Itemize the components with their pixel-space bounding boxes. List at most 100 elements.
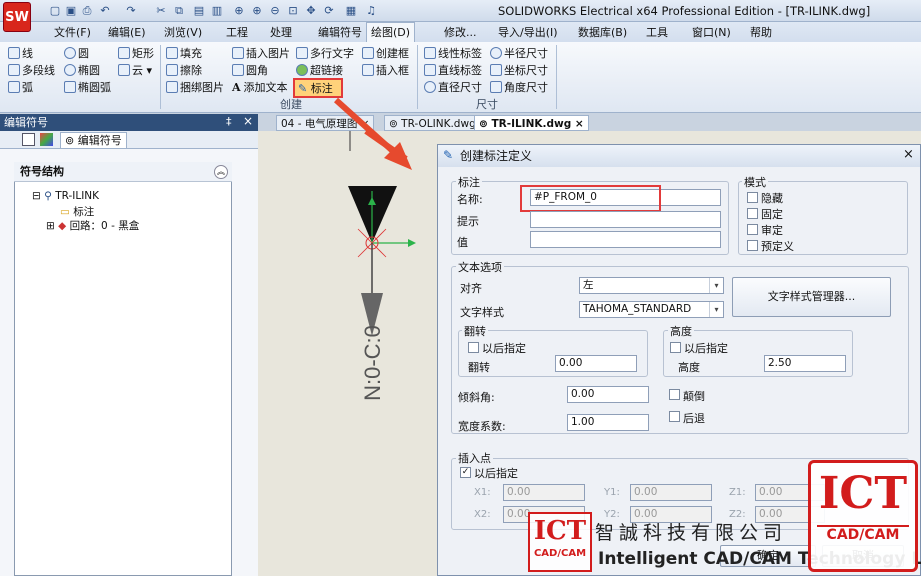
arc-tool[interactable]: 弧 — [8, 79, 33, 96]
text-style-manager-button[interactable]: 文字样式管理器... — [732, 277, 891, 317]
linear-label-tool[interactable]: 线性标签 — [424, 45, 482, 62]
zoom-in-icon[interactable]: ⊕ — [250, 4, 264, 18]
multiline-text-tool[interactable]: 多行文字 — [296, 45, 354, 62]
line-tool[interactable]: 线 — [8, 45, 33, 62]
chevron-down-icon: ▾ — [709, 278, 723, 293]
menu-window[interactable]: 窗口(N) — [688, 24, 735, 41]
menu-modify[interactable]: 修改... — [440, 24, 481, 41]
menu-edit-symbol[interactable]: 编辑符号 — [314, 24, 366, 41]
grid-icon[interactable]: ▦ — [344, 4, 358, 18]
x1-label: X1: — [474, 487, 491, 498]
tree-root[interactable]: ⊟ ⚲ TR-ILINK — [32, 190, 99, 202]
straight-label-tool[interactable]: 直线标签 — [424, 62, 482, 79]
menu-file[interactable]: 文件(F) — [50, 24, 95, 41]
print-icon[interactable]: ⎙ — [80, 4, 94, 18]
annotate-tool[interactable]: ✎ 标注 — [293, 78, 343, 98]
angle-dim-tool[interactable]: 角度尺寸 — [490, 79, 548, 96]
upside-down-checkbox[interactable] — [669, 389, 680, 400]
flip-later-checkbox[interactable] — [468, 342, 479, 353]
zoom-extents-icon[interactable]: ⊡ — [286, 4, 300, 18]
regen-icon[interactable]: ⟳ — [322, 4, 336, 18]
flip-input[interactable]: 0.00 — [555, 355, 637, 372]
x2-label: X2: — [474, 509, 491, 520]
preset-checkbox[interactable] — [747, 240, 758, 251]
rectangle-tool[interactable]: 矩形 — [118, 45, 154, 62]
menu-tools[interactable]: 工具 — [642, 24, 672, 41]
y1-input[interactable]: 0.00 — [630, 484, 712, 501]
bind-picture-tool[interactable]: 捆绑图片 — [166, 79, 224, 96]
symbol-icon: ⊚ — [65, 134, 75, 147]
save-icon[interactable]: ▣ — [64, 4, 78, 18]
panel-close-icon[interactable]: × — [243, 114, 253, 128]
dialog-close-icon[interactable]: × — [903, 147, 914, 162]
pin-icon[interactable]: ‡ — [226, 115, 232, 128]
app-logo[interactable]: SW — [3, 2, 31, 32]
menu-project[interactable]: 工程 — [222, 24, 252, 41]
menu-database[interactable]: 数据库(B) — [574, 24, 631, 41]
tree-item-annotation[interactable]: ▭ 标注 — [60, 204, 94, 219]
height-later-checkbox[interactable] — [670, 342, 681, 353]
width-factor-input[interactable]: 1.00 — [567, 414, 649, 431]
hyperlink-tool[interactable]: 超链接 — [296, 62, 343, 79]
circle-tool[interactable]: 圆 — [64, 45, 89, 62]
hatch-icon — [166, 47, 178, 59]
cloud-tool[interactable]: 云 ▾ — [118, 62, 152, 79]
doc-tab-tr-ilink[interactable]: ⊚ TR-ILINK.dwg × — [474, 115, 589, 131]
fixed-checkbox[interactable] — [747, 208, 758, 219]
paste-special-icon[interactable]: ▥ — [210, 4, 224, 18]
value-input[interactable] — [530, 231, 721, 248]
view-icon[interactable] — [22, 133, 35, 146]
height-input[interactable]: 2.50 — [764, 355, 846, 372]
polyline-icon — [8, 64, 20, 76]
collapse-icon[interactable]: ︽ — [214, 165, 228, 179]
ellipse-tool[interactable]: 椭圆 — [64, 62, 100, 79]
coordinate-dim-tool[interactable]: 坐标尺寸 — [490, 62, 548, 79]
insert-frame-tool[interactable]: 插入框 — [362, 62, 409, 79]
undo-icon[interactable]: ↶ — [98, 4, 112, 18]
zoom-window-icon[interactable]: ⊕ — [232, 4, 246, 18]
elliptical-arc-tool[interactable]: 椭圆弧 — [64, 79, 111, 96]
diameter-dim-tool[interactable]: 直径尺寸 — [424, 79, 482, 96]
zoom-out-icon[interactable]: ⊖ — [268, 4, 282, 18]
menu-view[interactable]: 浏览(V) — [160, 24, 206, 41]
insert-picture-tool[interactable]: 插入图片 — [232, 45, 290, 62]
align-select[interactable]: 左 ▾ — [579, 277, 724, 294]
label-group-title: 标注 — [456, 174, 482, 190]
height-later-label: 以后指定 — [684, 342, 728, 355]
flip-later-label: 以后指定 — [482, 342, 526, 355]
help-icon[interactable]: ♫ — [364, 4, 378, 18]
close-icon[interactable]: × — [575, 118, 584, 130]
erase-tool[interactable]: 擦除 — [166, 62, 202, 79]
fillet-tool[interactable]: 圆角 — [232, 62, 268, 79]
redo-icon[interactable]: ↷ — [124, 4, 138, 18]
menu-import-export[interactable]: 导入/导出(I) — [494, 24, 562, 41]
menu-help[interactable]: 帮助 — [746, 24, 776, 41]
verify-checkbox[interactable] — [747, 224, 758, 235]
menu-draw[interactable]: 绘图(D) — [366, 22, 416, 42]
fill-tool[interactable]: 填充 — [166, 45, 202, 62]
new-file-icon[interactable]: ▢ — [48, 4, 62, 18]
polyline-tool[interactable]: 多段线 — [8, 62, 55, 79]
radius-dim-tool[interactable]: 半径尺寸 — [490, 45, 548, 62]
text-style-select[interactable]: TAHOMA_STANDARD ▾ — [579, 301, 724, 318]
cut-icon[interactable]: ✂ — [154, 4, 168, 18]
hint-input[interactable] — [530, 211, 721, 228]
backward-checkbox[interactable] — [669, 411, 680, 422]
add-text-tool[interactable]: A 添加文本 — [232, 79, 288, 96]
tree-item-circuit[interactable]: ⊞ ◆ 回路：0 - 黑盒 — [46, 218, 139, 233]
hidden-checkbox[interactable] — [747, 192, 758, 203]
paste-icon[interactable]: ▤ — [192, 4, 206, 18]
line-icon — [8, 47, 20, 59]
tab-edit-symbol[interactable]: ⊚ 编辑符号 — [60, 132, 127, 148]
create-frame-tool[interactable]: 创建框 — [362, 45, 409, 62]
x1-input[interactable]: 0.00 — [503, 484, 585, 501]
oblique-input[interactable]: 0.00 — [567, 386, 649, 403]
copy-icon[interactable]: ⧉ — [172, 4, 186, 18]
name-label: 名称: — [457, 193, 483, 206]
menu-process[interactable]: 处理 — [266, 24, 296, 41]
menu-edit[interactable]: 编辑(E) — [104, 24, 150, 41]
pan-icon[interactable]: ✥ — [304, 4, 318, 18]
layers-icon[interactable] — [40, 133, 53, 146]
insert-later-checkbox[interactable]: ✓ — [460, 467, 471, 478]
picture-icon — [232, 47, 244, 59]
